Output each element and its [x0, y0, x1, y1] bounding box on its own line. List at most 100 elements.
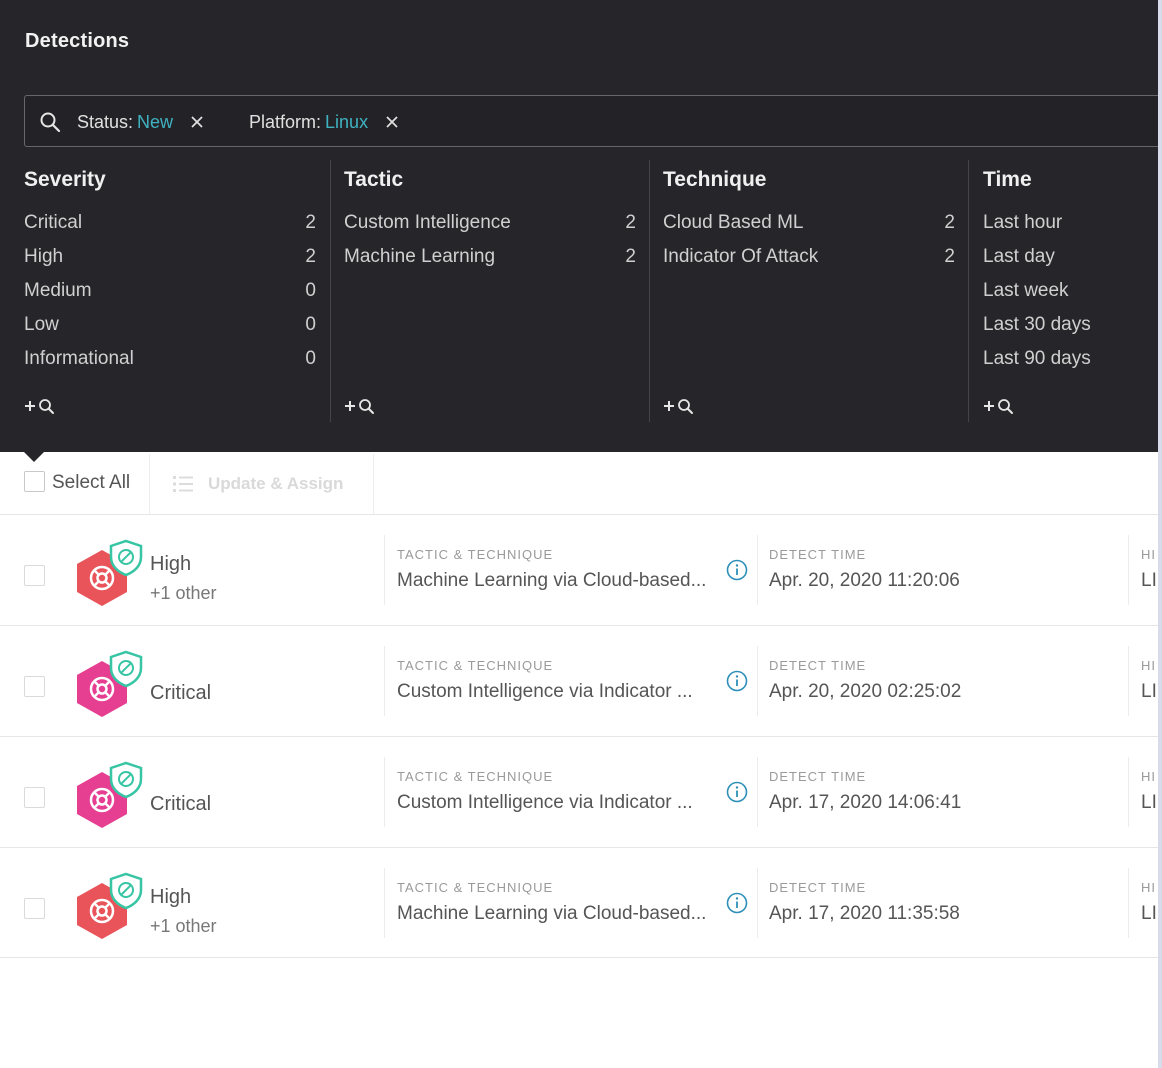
- tactic-technique-header: TACTIC & TECHNIQUE: [397, 547, 554, 562]
- facet-item-critical[interactable]: Critical 2: [24, 212, 316, 236]
- facet-item-high[interactable]: High 2: [24, 246, 316, 270]
- info-icon[interactable]: [726, 670, 748, 692]
- facet-item-count: 2: [305, 246, 316, 267]
- tactic-technique-header: TACTIC & TECHNIQUE: [397, 658, 554, 673]
- hostname-header: HI: [1141, 547, 1156, 562]
- facet-item-low[interactable]: Low 0: [24, 314, 316, 338]
- detection-row[interactable]: High +1 other TACTIC & TECHNIQUE Machine…: [0, 514, 1158, 625]
- facet-divider: [968, 160, 969, 422]
- prevention-shield-icon: [109, 650, 143, 688]
- facet-time: Time Last hour Last day Last week Last 3…: [983, 160, 1153, 425]
- add-search-facet-icon[interactable]: [344, 396, 380, 416]
- filter-chip-platform[interactable]: Platform: Linux: [249, 111, 399, 133]
- severity-label: Critical: [150, 682, 212, 704]
- window-edge: [1158, 0, 1162, 1068]
- detection-row[interactable]: Critical TACTIC & TECHNIQUE Custom Intel…: [0, 625, 1158, 736]
- facet-item-count: 0: [305, 314, 316, 335]
- hostname-header: HI: [1141, 658, 1156, 673]
- facet-item-label: Low: [24, 314, 59, 335]
- detection-row[interactable]: Critical TACTIC & TECHNIQUE Custom Intel…: [0, 736, 1158, 847]
- severity-label: Critical: [150, 793, 212, 815]
- facet-item-indicator-of-attack[interactable]: Indicator Of Attack 2: [663, 246, 955, 270]
- facet-item-label: Last week: [983, 280, 1069, 301]
- facet-item-label: Custom Intelligence: [344, 212, 511, 233]
- severity-label: High: [150, 553, 192, 575]
- facet-item-label: High: [24, 246, 64, 267]
- facet-technique: Technique Cloud Based ML 2 Indicator Of A…: [663, 160, 959, 425]
- row-checkbox[interactable]: [24, 898, 45, 919]
- facet-item-count: 0: [305, 348, 316, 369]
- facet-item-label: Machine Learning: [344, 246, 496, 267]
- facet-item-label: Critical: [24, 212, 83, 233]
- column-divider: [1128, 757, 1129, 827]
- facet-item-label: Informational: [24, 348, 134, 369]
- facet-item-custom-intelligence[interactable]: Custom Intelligence 2: [344, 212, 636, 236]
- facet-item-label: Last 30 days: [983, 314, 1091, 335]
- facet-title: Technique: [663, 168, 767, 191]
- filter-search-bar[interactable]: Status: New Platform: Linux: [24, 95, 1162, 147]
- prevention-shield-icon: [109, 872, 143, 910]
- filter-chip-value: New: [137, 112, 174, 132]
- detect-time-header: DETECT TIME: [769, 658, 867, 673]
- tactic-technique-value[interactable]: Machine Learning via Cloud-based...: [397, 570, 727, 592]
- info-icon[interactable]: [726, 781, 748, 803]
- detections-filter-panel: Detections Status: New Platform: Linux Sev…: [0, 0, 1162, 452]
- facet-divider: [649, 160, 650, 422]
- facet-title: Severity: [24, 168, 106, 191]
- tactic-technique-value[interactable]: Custom Intelligence via Indicator ...: [397, 792, 727, 814]
- add-search-facet-icon[interactable]: [663, 396, 699, 416]
- facet-item-medium[interactable]: Medium 0: [24, 280, 316, 304]
- facet-item-label: Cloud Based ML: [663, 212, 804, 233]
- column-divider: [757, 646, 758, 716]
- detect-time-value: Apr. 17, 2020 11:35:58: [769, 903, 960, 924]
- column-divider: [1128, 535, 1129, 605]
- facet-item-count: 2: [944, 212, 955, 233]
- facet-item-last-90-days[interactable]: Last 90 days: [983, 348, 1091, 372]
- info-icon[interactable]: [726, 559, 748, 581]
- detect-time-header: DETECT TIME: [769, 547, 867, 562]
- detect-time-header: DETECT TIME: [769, 769, 867, 784]
- detect-time-value: Apr. 20, 2020 02:25:02: [769, 681, 962, 702]
- remove-filter-icon[interactable]: [385, 115, 399, 129]
- select-all-control[interactable]: Select All: [0, 454, 150, 514]
- filter-chip-status[interactable]: Status: New: [77, 111, 204, 133]
- tactic-technique-value[interactable]: Custom Intelligence via Indicator ...: [397, 681, 727, 703]
- row-checkbox[interactable]: [24, 565, 45, 586]
- prevention-shield-icon: [109, 539, 143, 577]
- update-assign-button[interactable]: Update & Assign: [150, 454, 374, 514]
- detection-row[interactable]: High +1 other TACTIC & TECHNIQUE Machine…: [0, 847, 1158, 958]
- facet-item-cloud-based-ml[interactable]: Cloud Based ML 2: [663, 212, 955, 236]
- hostname-header: HI: [1141, 769, 1156, 784]
- facet-item-count: 2: [625, 212, 636, 233]
- row-checkbox[interactable]: [24, 676, 45, 697]
- tactic-technique-header: TACTIC & TECHNIQUE: [397, 769, 554, 784]
- filter-chip-key: Platform:: [249, 112, 322, 132]
- severity-extra-label: +1 other: [150, 583, 217, 603]
- remove-filter-icon[interactable]: [190, 115, 204, 129]
- add-search-facet-icon[interactable]: [24, 396, 60, 416]
- update-assign-label: Update & Assign: [208, 474, 344, 493]
- facet-item-machine-learning[interactable]: Machine Learning 2: [344, 246, 636, 270]
- column-divider: [1128, 646, 1129, 716]
- page-title: Detections: [25, 30, 130, 52]
- tactic-technique-value[interactable]: Machine Learning via Cloud-based...: [397, 903, 727, 925]
- add-search-facet-icon[interactable]: [983, 396, 1019, 416]
- facet-title: Time: [983, 168, 1032, 191]
- filter-chip-value: Linux: [325, 112, 369, 132]
- hostname-value: LI: [1141, 792, 1157, 813]
- facet-item-label: Medium: [24, 280, 92, 301]
- facet-item-last-week[interactable]: Last week: [983, 280, 1069, 304]
- facet-item-informational[interactable]: Informational 0: [24, 348, 316, 372]
- select-all-checkbox[interactable]: [24, 471, 45, 492]
- column-divider: [757, 868, 758, 938]
- facet-divider: [330, 160, 331, 422]
- info-icon[interactable]: [726, 892, 748, 914]
- facet-item-last-30-days[interactable]: Last 30 days: [983, 314, 1091, 338]
- facet-item-count: 0: [305, 280, 316, 301]
- row-checkbox[interactable]: [24, 787, 45, 808]
- facet-item-last-hour[interactable]: Last hour: [983, 212, 1062, 236]
- facet-item-label: Last day: [983, 246, 1055, 267]
- facet-item-last-day[interactable]: Last day: [983, 246, 1055, 270]
- column-divider: [1128, 868, 1129, 938]
- hostname-header: HI: [1141, 880, 1156, 895]
